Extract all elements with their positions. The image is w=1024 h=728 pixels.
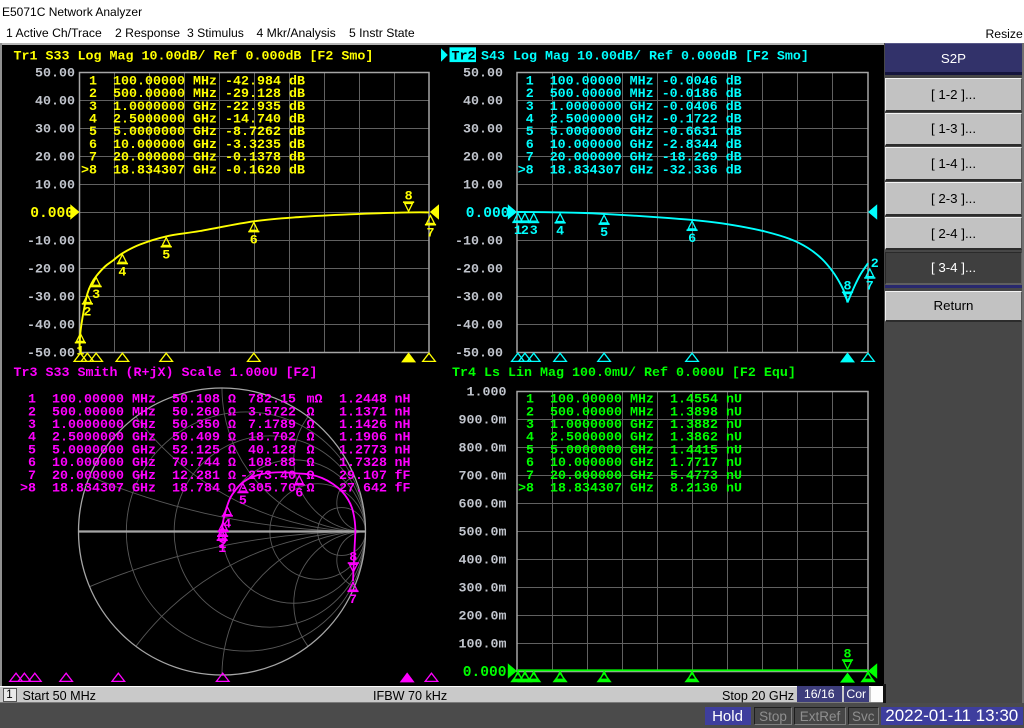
svg-text:-20.00: -20.00 [27,263,75,278]
svg-text:4: 4 [223,518,231,533]
svg-text:20.00: 20.00 [35,151,75,166]
svg-text:18.784: 18.784 [172,482,220,497]
svg-text:6: 6 [295,487,303,502]
svg-text:8: 8 [844,280,852,295]
svg-text:2: 2 [521,224,529,239]
svg-text:600.0m: 600.0m [459,498,507,513]
svg-text:4: 4 [556,225,564,240]
svg-text:S43 Log Mag 10.00dB/ Ref 0.000: S43 Log Mag 10.00dB/ Ref 0.000dB [F2 Smo… [481,49,809,64]
svg-text:Tr2: Tr2 [452,49,476,64]
svg-text:8: 8 [844,647,852,662]
svg-text:30.00: 30.00 [463,123,503,138]
svg-text:dB: dB [289,163,305,178]
svg-text:5: 5 [600,226,608,241]
svg-text:1.000: 1.000 [467,386,507,401]
svg-text:dB: dB [726,163,742,178]
svg-text:3: 3 [530,224,538,239]
svg-text:40.00: 40.00 [463,95,503,110]
svg-text:fF: fF [395,482,411,497]
svg-text:5: 5 [239,494,247,509]
svg-text:-10.00: -10.00 [27,235,75,250]
svg-text:3: 3 [92,288,100,303]
svg-text:6: 6 [250,233,258,248]
svg-text:700.0m: 700.0m [459,470,507,485]
svg-text:7: 7 [866,280,874,295]
svg-text:0.000: 0.000 [30,206,74,222]
svg-text:8.2130: 8.2130 [670,482,718,497]
svg-text:50.00: 50.00 [463,67,503,82]
svg-text:Tr4 Ls Lin Mag 100.0mU/ Ref 0.: Tr4 Ls Lin Mag 100.0mU/ Ref 0.000U [F2 E… [452,366,796,381]
svg-text:-50.00: -50.00 [27,347,75,362]
svg-text:500.0m: 500.0m [459,526,507,541]
svg-text:-30.00: -30.00 [27,291,75,306]
svg-text:18.834307 GHz: 18.834307 GHz [550,482,654,497]
svg-text:0.000: 0.000 [466,206,510,222]
svg-text:>8: >8 [20,482,36,497]
svg-text:Tr1 S33 Log Mag 10.00dB/ Ref 0: Tr1 S33 Log Mag 10.00dB/ Ref 0.000dB [F2… [14,49,374,64]
svg-text:2: 2 [871,257,879,272]
svg-text:-0.1620: -0.1620 [225,163,281,178]
svg-text:8: 8 [405,189,413,204]
svg-text:5: 5 [162,248,170,263]
svg-text:-30.00: -30.00 [455,291,503,306]
svg-text:10.00: 10.00 [35,179,75,194]
svg-text:nU: nU [726,482,742,497]
svg-text:2: 2 [83,306,91,321]
svg-text:-32.336: -32.336 [662,163,718,178]
svg-text:10.00: 10.00 [463,179,503,194]
svg-text:3: 3 [219,533,227,548]
svg-text:-40.00: -40.00 [27,319,75,334]
svg-text:900.0m: 900.0m [459,414,507,429]
svg-text:27.642: 27.642 [339,482,387,497]
svg-text:100.0m: 100.0m [459,638,507,653]
svg-text:>8: >8 [81,163,97,178]
svg-text:18.834307 GHz: 18.834307 GHz [52,482,156,497]
svg-text:8: 8 [349,550,357,565]
svg-text:6: 6 [688,232,696,247]
svg-text:-305.70: -305.70 [240,482,296,497]
svg-text:-20.00: -20.00 [455,263,503,278]
svg-text:4: 4 [118,265,126,280]
svg-text:30.00: 30.00 [35,123,75,138]
svg-text:18.834307 GHz: 18.834307 GHz [113,163,217,178]
svg-text:300.0m: 300.0m [459,582,507,597]
svg-text:>8: >8 [518,482,534,497]
svg-text:800.0m: 800.0m [459,442,507,457]
svg-text:40.00: 40.00 [35,95,75,110]
svg-text:Tr3 S33 Smith (R+jX) Scale 1.0: Tr3 S33 Smith (R+jX) Scale 1.000U [F2] [14,366,318,381]
svg-text:50.00: 50.00 [35,67,75,82]
svg-text:-40.00: -40.00 [455,319,503,334]
svg-text:7: 7 [349,593,357,608]
svg-text:Ω: Ω [307,482,315,497]
svg-text:0.000: 0.000 [463,665,507,681]
svg-text:-50.00: -50.00 [455,347,503,362]
svg-text:400.0m: 400.0m [459,554,507,569]
svg-text:7: 7 [427,226,435,241]
svg-text:>8: >8 [518,163,534,178]
svg-text:-10.00: -10.00 [455,235,503,250]
svg-text:200.0m: 200.0m [459,610,507,625]
svg-text:18.834307 GHz: 18.834307 GHz [550,163,654,178]
svg-text:20.00: 20.00 [463,151,503,166]
